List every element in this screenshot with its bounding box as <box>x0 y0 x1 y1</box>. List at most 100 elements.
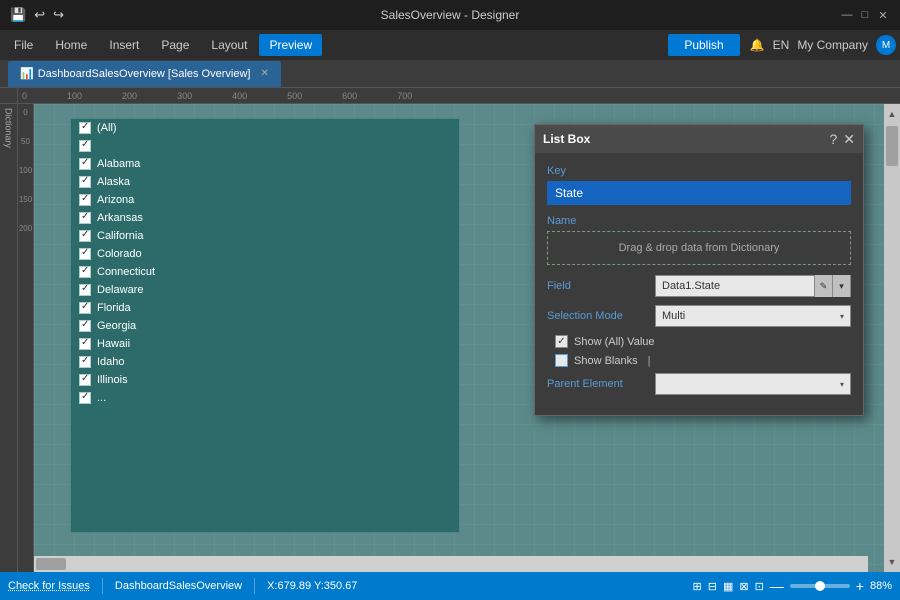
status-icon-1[interactable]: ⊞ <box>693 580 702 593</box>
vertical-scrollbar[interactable]: ▲ ▼ <box>884 104 900 572</box>
checkbox-blank[interactable] <box>79 140 91 152</box>
menu-preview[interactable]: Preview <box>259 34 322 56</box>
notification-icon[interactable]: 🔔 <box>750 38 765 52</box>
ruler-horizontal: 0100200300400500600700 <box>0 88 900 104</box>
language-selector[interactable]: EN <box>773 38 790 52</box>
list-item[interactable]: Colorado <box>71 245 459 263</box>
v-scroll-thumb[interactable] <box>886 126 898 166</box>
status-icon-5[interactable]: ⊡ <box>755 580 764 593</box>
field-edit-btn[interactable]: ✎ <box>814 275 832 297</box>
menu-insert[interactable]: Insert <box>99 34 149 56</box>
checkbox[interactable] <box>79 176 91 188</box>
checkbox[interactable] <box>79 248 91 260</box>
name-field-group: Name Drag & drop data from Dictionary <box>547 215 851 265</box>
status-icon-2[interactable]: ⊟ <box>708 580 717 593</box>
item-label: Connecticut <box>97 266 155 278</box>
scroll-down-btn[interactable]: ▼ <box>884 552 900 572</box>
status-icon-3[interactable]: ▦ <box>723 580 733 593</box>
drag-drop-area[interactable]: Drag & drop data from Dictionary <box>547 231 851 265</box>
status-separator-2 <box>254 578 255 594</box>
zoom-out-btn[interactable]: — <box>770 578 784 594</box>
zoom-level: 88% <box>870 580 892 592</box>
list-item[interactable]: (All) <box>71 119 459 137</box>
menu-file[interactable]: File <box>4 34 43 56</box>
scroll-track[interactable] <box>884 124 900 552</box>
list-item[interactable]: Hawaii <box>71 335 459 353</box>
redo-icon[interactable]: ↪ <box>53 7 64 23</box>
checkbox[interactable] <box>79 212 91 224</box>
zoom-slider[interactable] <box>790 584 850 588</box>
dialog-title: List Box <box>543 132 590 146</box>
list-item[interactable]: Arizona <box>71 191 459 209</box>
list-item[interactable]: Illinois <box>71 371 459 389</box>
dialog-help-btn[interactable]: ? <box>829 131 837 148</box>
list-item[interactable]: Alabama <box>71 155 459 173</box>
horizontal-scrollbar[interactable] <box>34 556 868 572</box>
item-label: Hawaii <box>97 338 130 350</box>
list-item[interactable]: Idaho <box>71 353 459 371</box>
checkbox[interactable] <box>79 392 91 404</box>
name-label: Name <box>547 215 851 227</box>
close-btn[interactable]: ✕ <box>876 8 890 22</box>
checkbox-all[interactable] <box>79 122 91 134</box>
field-dropdown-btn[interactable]: ▾ <box>832 275 850 297</box>
list-item[interactable] <box>71 137 459 155</box>
dialog-title-bar: List Box ? ✕ <box>535 125 863 153</box>
status-separator <box>102 578 103 594</box>
checkbox[interactable] <box>79 230 91 242</box>
check-issues-btn[interactable]: Check for Issues <box>8 580 90 592</box>
left-sidebar: Dictionary <box>0 104 18 572</box>
parent-element-select[interactable]: ▾ <box>655 373 851 395</box>
checkbox[interactable] <box>79 194 91 206</box>
list-item[interactable]: Alaska <box>71 173 459 191</box>
maximize-btn[interactable]: □ <box>858 8 872 22</box>
zoom-in-btn[interactable]: + <box>856 578 864 594</box>
checkbox[interactable] <box>79 266 91 278</box>
show-all-value-row: Show (All) Value <box>547 335 851 348</box>
selection-mode-select[interactable]: Multi ▾ <box>655 305 851 327</box>
menu-home[interactable]: Home <box>45 34 97 56</box>
checkbox[interactable] <box>79 356 91 368</box>
list-item[interactable]: Connecticut <box>71 263 459 281</box>
list-item[interactable]: Delaware <box>71 281 459 299</box>
key-value[interactable]: State <box>547 181 851 205</box>
checkbox[interactable] <box>79 284 91 296</box>
checkbox[interactable] <box>79 338 91 350</box>
show-blanks-checkbox[interactable] <box>555 354 568 367</box>
save-icon[interactable]: 💾 <box>10 7 26 23</box>
user-avatar[interactable]: M <box>876 35 896 55</box>
tab-icon: 📊 <box>20 67 34 80</box>
show-all-checkbox[interactable] <box>555 335 568 348</box>
dashboard-tab[interactable]: 📊 DashboardSalesOverview [Sales Overview… <box>8 61 281 87</box>
title-bar-title: SalesOverview - Designer <box>381 8 520 22</box>
status-icon-4[interactable]: ⊠ <box>739 580 748 593</box>
item-label: Georgia <box>97 320 136 332</box>
drag-drop-text: Drag & drop data from Dictionary <box>619 242 780 254</box>
checkbox[interactable] <box>79 374 91 386</box>
checkbox[interactable] <box>79 302 91 314</box>
parent-select-arrow-icon: ▾ <box>840 380 844 389</box>
list-item[interactable]: California <box>71 227 459 245</box>
zoom-thumb <box>815 581 825 591</box>
checkbox[interactable] <box>79 320 91 332</box>
scroll-up-btn[interactable]: ▲ <box>884 104 900 124</box>
list-item[interactable]: Georgia <box>71 317 459 335</box>
h-scroll-thumb[interactable] <box>36 558 66 570</box>
dictionary-label[interactable]: Dictionary <box>4 108 14 148</box>
listbox-widget: (All) Alabama Alaska Arizona Arkansas <box>70 118 460 533</box>
selection-mode-row: Selection Mode Multi ▾ <box>547 305 851 327</box>
list-item[interactable]: Arkansas <box>71 209 459 227</box>
list-item[interactable]: Florida <box>71 299 459 317</box>
menu-layout[interactable]: Layout <box>201 34 257 56</box>
company-label: My Company <box>797 38 868 52</box>
undo-icon[interactable]: ↩ <box>34 7 45 23</box>
tab-close-icon[interactable]: ✕ <box>260 68 268 79</box>
dialog-close-btn[interactable]: ✕ <box>843 131 855 148</box>
field-combo[interactable]: Data1.State ✎ ▾ <box>655 275 851 297</box>
main-content: Dictionary 050100150200 (All) Alabama Al… <box>0 104 900 572</box>
list-item[interactable]: ... <box>71 389 459 407</box>
minimize-btn[interactable]: — <box>840 8 854 22</box>
checkbox[interactable] <box>79 158 91 170</box>
menu-page[interactable]: Page <box>151 34 199 56</box>
publish-button[interactable]: Publish <box>668 34 739 56</box>
